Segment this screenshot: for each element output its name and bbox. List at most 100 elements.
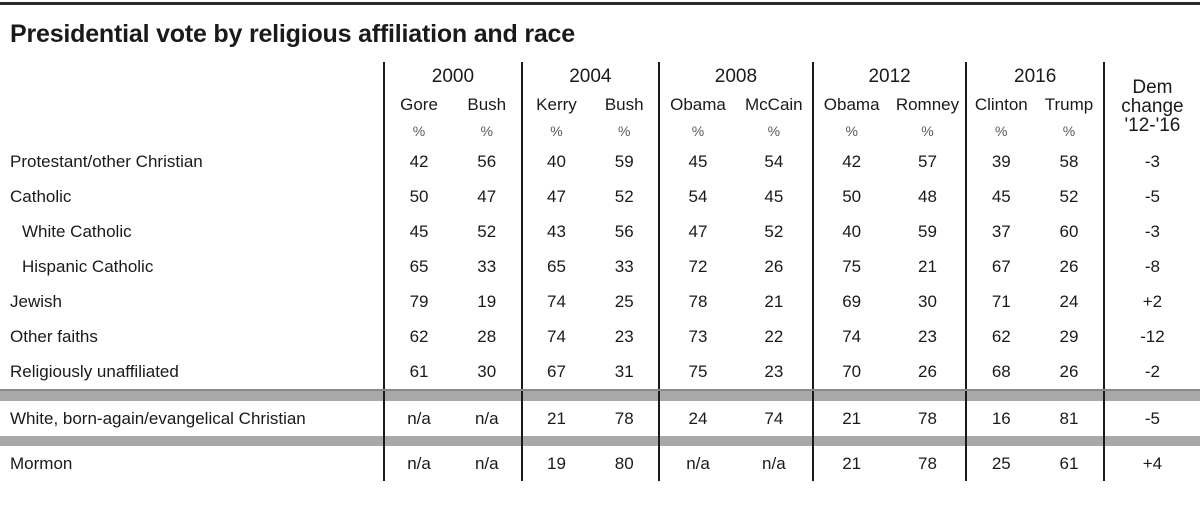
page-title: Presidential vote by religious affiliati…: [10, 20, 575, 48]
cell-obama-2012: 42: [811, 144, 890, 179]
cell-clinton-2016: 37: [965, 214, 1036, 249]
cell-kerry-2004: 40: [520, 144, 591, 179]
band-segment: [965, 390, 1036, 401]
row-label: White, born-again/evangelical Christian: [10, 408, 306, 428]
cell-clinton-2016: 39: [965, 144, 1036, 179]
cell-bush-2000: 47: [477, 186, 497, 206]
table-row: Catholic 50 47 47 52 54 45 50 48 45 52 -5: [0, 179, 1200, 214]
cell-bush-2004: 59: [614, 151, 634, 171]
band-segment: [965, 436, 1036, 446]
cell-dem-change: +2: [1102, 284, 1200, 319]
cell-obama-2008: 24: [658, 401, 736, 436]
header-unit-blank: [0, 118, 384, 144]
band-segment: [590, 390, 660, 401]
header-unit-5: %: [767, 123, 781, 139]
cell-romney-2012: 30: [918, 291, 937, 311]
header-unit-4: %: [658, 118, 736, 144]
cell-gore-2000: 79: [383, 284, 453, 319]
cell-dem-change: -3: [1102, 214, 1200, 249]
cell-obama-2008: 73: [658, 319, 736, 354]
header-dem-change-line2: change: [1121, 95, 1184, 117]
header-candidate-trump-2016: Trump: [1044, 95, 1094, 114]
table-row: Hispanic Catholic 65 33 65 33 72 26 75 21 67 26 -8: [0, 249, 1200, 284]
cell-bush-2004: 25: [614, 291, 634, 311]
cell-kerry-2004: 74: [520, 284, 591, 319]
cell-obama-2008: 47: [658, 214, 736, 249]
cell-bush-2000: n/a: [474, 453, 499, 473]
separator-band: [0, 390, 1200, 401]
cell-gore-2000: 45: [383, 214, 453, 249]
band-segment: [735, 436, 813, 446]
header-candidate-kerry-2004: Kerry: [520, 92, 591, 118]
cell-gore-2000: 50: [383, 179, 453, 214]
table-row: Other faiths 62 28 74 23 73 22 74 23 62 29 -12: [0, 319, 1200, 354]
table-row: Mormon n/a n/a 19 80 n/a n/a 21 78 25 61 +4: [0, 446, 1200, 481]
header-candidate-bush-2000: Bush: [467, 95, 507, 114]
cell-clinton-2016: 68: [965, 354, 1036, 391]
cell-gore-2000: n/a: [383, 401, 453, 436]
cell-obama-2008: 72: [658, 249, 736, 284]
cell-trump-2016: 26: [1035, 354, 1104, 391]
cell-kerry-2004: 43: [520, 214, 591, 249]
cell-gore-2000: 65: [383, 249, 453, 284]
cell-mccain-2008: 26: [764, 256, 784, 276]
band-segment: [658, 390, 736, 401]
figure-sheet: Presidential vote by religious affiliati…: [0, 0, 1200, 528]
header-candidate-romney-2012: Romney: [895, 95, 960, 114]
cell-mccain-2008: 21: [764, 291, 784, 311]
cell-obama-2012: 21: [811, 401, 890, 436]
table-row: White Catholic 45 52 43 56 47 52 40 59 37 60 -3: [0, 214, 1200, 249]
header-unit-2: %: [520, 118, 591, 144]
cell-clinton-2016: 25: [965, 446, 1036, 481]
cell-obama-2012: 21: [811, 446, 890, 481]
header-unit-6: %: [811, 118, 890, 144]
cell-mccain-2008: 74: [764, 408, 784, 428]
cell-obama-2008: 45: [658, 144, 736, 179]
cell-kerry-2004: 65: [520, 249, 591, 284]
cell-gore-2000: 61: [383, 354, 453, 391]
cell-bush-2004: 56: [614, 221, 634, 241]
row-label: Jewish: [10, 291, 62, 311]
band-segment: [383, 436, 453, 446]
cell-obama-2012: 50: [811, 179, 890, 214]
band-segment: [1035, 436, 1104, 446]
cell-obama-2012: 40: [811, 214, 890, 249]
cell-mccain-2008: 52: [764, 221, 784, 241]
cell-obama-2008: 54: [658, 179, 736, 214]
table-body: Protestant/other Christian 42 56 40 59 45 54 42…: [0, 144, 1200, 481]
header-dem-change-line1: Dem: [1132, 76, 1173, 98]
header-dem-change: Dem change '12-'16: [1102, 62, 1200, 144]
band-segment: [811, 436, 890, 446]
cell-obama-2008: 75: [658, 354, 736, 391]
cell-mccain-2008: 23: [735, 354, 813, 391]
cell-obama-2008: 78: [658, 284, 736, 319]
cell-bush-2004: 78: [614, 408, 634, 428]
cell-bush-2000: 30: [452, 354, 522, 391]
cell-clinton-2016: 45: [965, 179, 1036, 214]
cell-romney-2012: 48: [918, 186, 937, 206]
cell-dem-change: -8: [1102, 249, 1200, 284]
band-segment: [889, 390, 967, 401]
band-segment: [452, 436, 522, 446]
presidential-vote-table: 2000 2004 2008 2012 2016 Dem change '12-…: [0, 62, 1200, 481]
cell-romney-2012: 57: [918, 151, 937, 171]
cell-romney-2012: 78: [918, 408, 937, 428]
cell-bush-2004: 31: [590, 354, 660, 391]
header-candidate-obama-2008: Obama: [658, 92, 736, 118]
band-segment: [811, 390, 890, 401]
cell-mccain-2008: 22: [764, 326, 784, 346]
header-candidate-row: Gore Bush Kerry Bush Obama McCain Obama …: [0, 92, 1200, 118]
table-header: 2000 2004 2008 2012 2016 Dem change '12-…: [0, 62, 1200, 144]
cell-romney-2012: 78: [918, 453, 937, 473]
top-rule-divider: [0, 2, 1200, 5]
header-year-2000: 2000: [383, 62, 522, 92]
cell-bush-2000: 33: [477, 256, 497, 276]
band-segment: [590, 436, 660, 446]
cell-romney-2012: 23: [918, 326, 937, 346]
table-row: Religiously unaffiliated 61 30 67 31 75 23 70 26…: [0, 354, 1200, 391]
band-segment: [1035, 390, 1104, 401]
cell-bush-2004: 33: [614, 256, 634, 276]
cell-mccain-2008: 45: [764, 186, 784, 206]
header-unit-row: % % % % % % % % % %: [0, 118, 1200, 144]
band-segment-dem: [1102, 436, 1200, 446]
